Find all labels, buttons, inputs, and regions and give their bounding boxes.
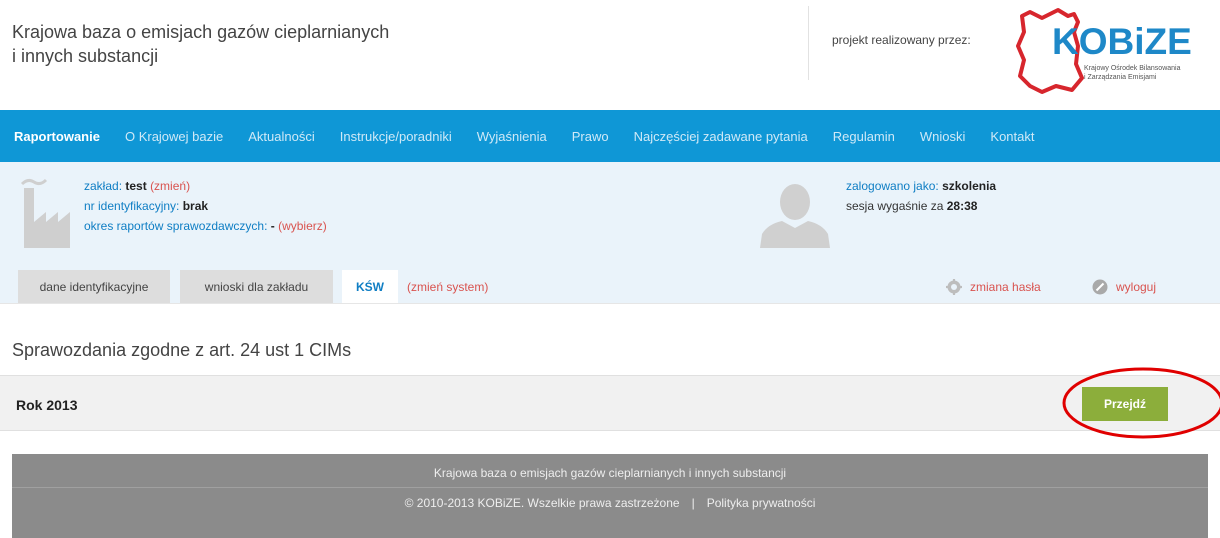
logout-label: wyloguj (1116, 280, 1157, 294)
period-label: okres raportów sprawozdawczych: (84, 219, 268, 233)
nav-item-wyjasnienia[interactable]: Wyjaśnienia (477, 129, 547, 144)
main-nav: Raportowanie O Krajowej bazie Aktualnośc… (0, 110, 1220, 162)
facility-value: test (125, 179, 147, 193)
nav-item-raportowanie[interactable]: Raportowanie (14, 129, 100, 144)
nav-item-aktualnosci[interactable]: Aktualności (248, 129, 314, 144)
nav-item-faq[interactable]: Najczęściej zadawane pytania (634, 129, 808, 144)
site-title-line1: Krajowa baza o emisjach gazów cieplarnia… (12, 22, 390, 42)
nav-item-o-krajowej-bazie[interactable]: O Krajowej bazie (125, 129, 223, 144)
project-label: projekt realizowany przez: (832, 33, 971, 47)
site-title: Krajowa baza o emisjach gazów cieplarnia… (12, 20, 389, 68)
footer-separator: | (691, 496, 695, 510)
logged-label: zalogowano jako: (846, 179, 939, 193)
session-row: sesja wygaśnie za 28:38 (846, 196, 996, 216)
gear-icon (946, 279, 962, 295)
kobize-logo-sub2: i Zarządzania Emisjami (1084, 74, 1157, 81)
session-label: sesja wygaśnie za (846, 199, 944, 213)
session-info: zalogowano jako: szkolenia sesja wygaśni… (846, 176, 996, 216)
nav-item-kontakt[interactable]: Kontakt (990, 129, 1034, 144)
year-label: Rok 2013 (16, 397, 78, 413)
change-password-label: zmiana hasła (970, 280, 1041, 294)
nav-item-prawo[interactable]: Prawo (572, 129, 609, 144)
logged-row: zalogowano jako: szkolenia (846, 176, 996, 196)
footer-bottom: © 2010-2013 KOBiZE. Wszelkie prawa zastr… (12, 496, 1208, 510)
change-facility-link[interactable]: (zmień) (150, 179, 190, 193)
change-password-link[interactable]: zmiana hasła (946, 279, 1041, 295)
change-system-link[interactable]: (zmień system) (407, 280, 488, 294)
nav-item-regulamin[interactable]: Regulamin (833, 129, 895, 144)
tab-ksw[interactable]: KŚW (342, 270, 398, 303)
facility-row: zakład: test (zmień) (84, 176, 327, 196)
header-divider (808, 6, 809, 80)
id-label: nr identyfikacyjny: (84, 199, 180, 213)
site-header: Krajowa baza o emisjach gazów cieplarnia… (0, 0, 1220, 108)
user-avatar-icon (760, 184, 830, 248)
facility-info: zakład: test (zmień) nr identyfikacyjny:… (84, 176, 327, 236)
year-row: Rok 2013 Przejdź (0, 375, 1220, 431)
logout-link[interactable]: wyloguj (1092, 279, 1156, 295)
kobize-logo-sub1: Krajowy Ośrodek Bilansowania (1084, 65, 1181, 72)
facility-label: zakład: (84, 179, 123, 193)
kobize-logo[interactable]: KOBiZE Krajowy Ośrodek Bilansowania i Za… (1012, 6, 1202, 96)
factory-icon (20, 178, 70, 248)
id-value: brak (182, 199, 209, 213)
site-title-line2: i innych substancji (12, 46, 159, 66)
tab-wnioski-dla-zakladu[interactable]: wnioski dla zakładu (180, 270, 333, 303)
tabs-divider (0, 303, 1220, 304)
tab-dane-identyfikacyjne[interactable]: dane identyfikacyjne (18, 270, 170, 303)
nav-item-instrukcje[interactable]: Instrukcje/poradniki (340, 129, 452, 144)
id-row: nr identyfikacyjny: brak (84, 196, 327, 216)
logout-icon (1092, 279, 1108, 295)
privacy-policy-link[interactable]: Polityka prywatności (707, 496, 816, 510)
footer-title: Krajowa baza o emisjach gazów cieplarnia… (433, 466, 787, 480)
session-timer: 28:38 (946, 199, 978, 213)
footer-divider (12, 487, 1208, 488)
facility-tabs: dane identyfikacyjne wnioski dla zakładu… (0, 270, 1220, 303)
account-info-panel: zakład: test (zmień) nr identyfikacyjny:… (0, 162, 1220, 270)
kobize-logo-text: KOBiZE (1052, 21, 1192, 62)
copyright-text: © 2010-2013 KOBiZE. Wszelkie prawa zastr… (404, 496, 680, 510)
period-row: okres raportów sprawozdawczych: - (wybie… (84, 216, 327, 236)
choose-period-link[interactable]: (wybierz) (278, 219, 327, 233)
site-footer: Krajowa baza o emisjach gazów cieplarnia… (12, 454, 1208, 538)
section-title: Sprawozdania zgodne z art. 24 ust 1 CIMs (12, 340, 352, 360)
period-value: - (270, 219, 275, 233)
logged-user: szkolenia (942, 179, 997, 193)
go-button[interactable]: Przejdź (1082, 387, 1168, 421)
nav-item-wnioski[interactable]: Wnioski (920, 129, 966, 144)
